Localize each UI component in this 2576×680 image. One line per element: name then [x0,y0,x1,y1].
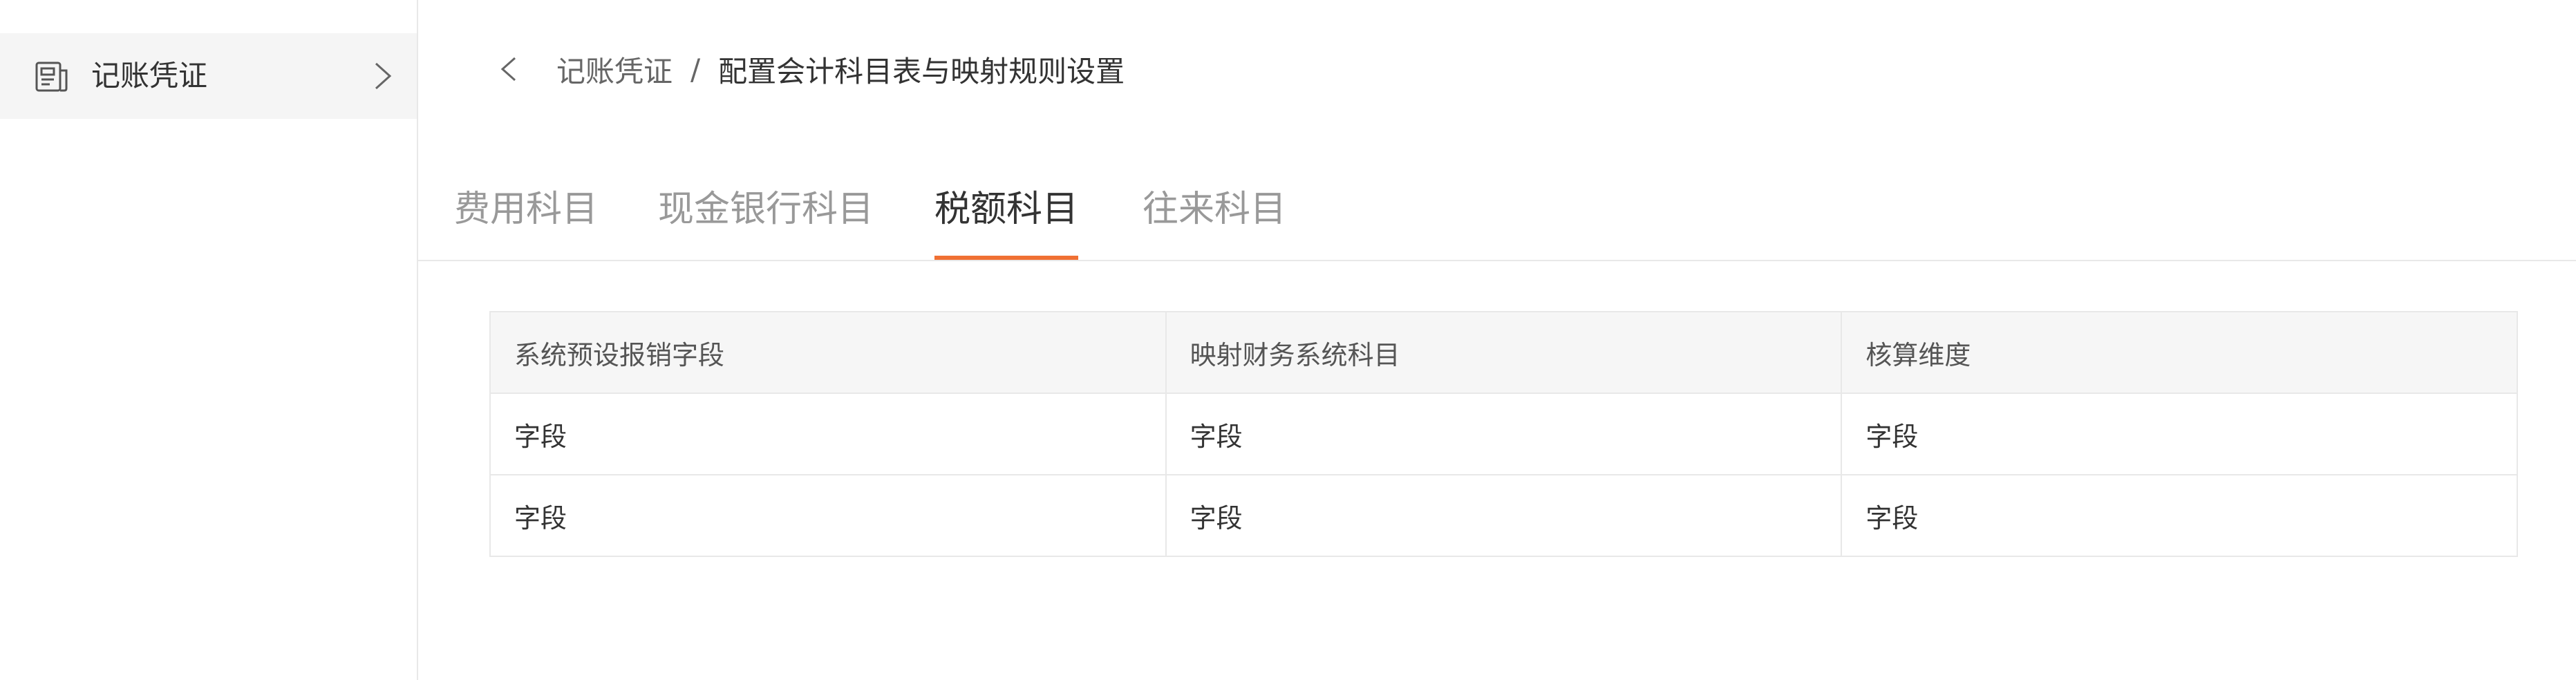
mapping-table: 系统预设报销字段 映射财务系统科目 核算维度 字段 字段 字段 字段 字段 字段 [489,311,2518,557]
table-row: 字段 字段 字段 [489,474,2518,557]
sidebar-item-voucher[interactable]: 记账凭证 [0,33,417,119]
column-header: 系统预设报销字段 [489,311,1167,394]
tab-tax-accounts[interactable]: 税额科目 [934,178,1079,260]
tab-current-accounts[interactable]: 往来科目 [1143,178,1286,240]
main-content: 记账凭证 / 配置会计科目表与映射规则设置 费用科目 现金银行科目 税额科目 往… [418,0,2576,680]
tab-label: 税额科目 [934,189,1079,230]
breadcrumb-parent-link[interactable]: 记账凭证 [556,48,673,91]
tab-expense-accounts[interactable]: 费用科目 [454,178,598,240]
column-header: 核算维度 [1841,311,2518,394]
table-cell: 字段 [1165,474,1843,557]
table-cell: 字段 [489,474,1167,557]
breadcrumb-current: 配置会计科目表与映射规则设置 [718,54,1125,88]
column-header: 映射财务系统科目 [1165,311,1843,394]
breadcrumb: 记账凭证 / 配置会计科目表与映射规则设置 [494,41,1125,97]
tab-bar: 费用科目 现金银行科目 税额科目 往来科目 [418,159,2576,261]
table-cell: 字段 [1841,393,2518,475]
table-cell: 字段 [489,393,1167,475]
table-cell: 字段 [1841,474,2518,557]
chevron-left-icon[interactable] [494,54,522,84]
table-header-row: 系统预设报销字段 映射财务系统科目 核算维度 [489,311,2518,394]
breadcrumb-separator: / [690,52,701,86]
sidebar-item-label: 记账凭证 [91,59,208,93]
document-icon [35,62,68,92]
sidebar: 记账凭证 [0,0,418,680]
active-tab-indicator [934,256,1079,260]
table-row: 字段 字段 字段 [489,393,2518,475]
chevron-right-icon [375,62,392,90]
tab-cash-bank-accounts[interactable]: 现金银行科目 [658,178,874,240]
table-cell: 字段 [1165,393,1843,475]
